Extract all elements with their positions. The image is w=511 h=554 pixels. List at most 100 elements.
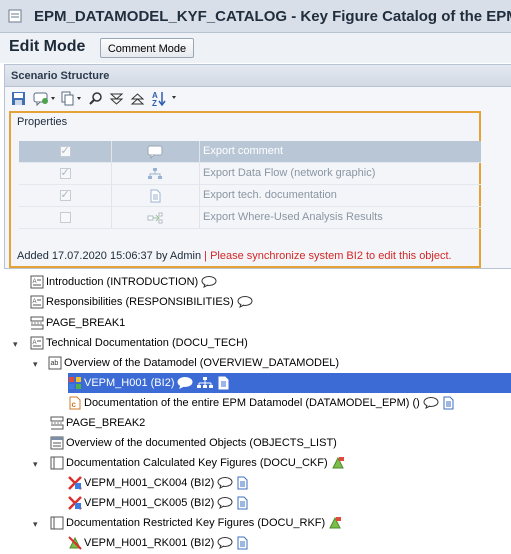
export-tech-doc-label: Export tech. documentation — [203, 189, 337, 201]
tree-node-label: Documentation Calculated Key Figures (DO… — [66, 457, 328, 469]
app-icon — [8, 9, 22, 23]
window-title: EPM_DATAMODEL_KYF_CATALOG - Key Figure C… — [34, 8, 511, 25]
comment-icon[interactable] — [237, 296, 253, 308]
tree-node-label: Introduction (INTRODUCTION) — [46, 276, 199, 288]
svg-text:A: A — [33, 279, 37, 285]
edit-mode-label: Edit Mode — [9, 38, 86, 55]
page-break-icon — [50, 416, 64, 430]
page-break-icon — [30, 316, 44, 330]
network-graphic-icon[interactable] — [196, 377, 214, 389]
comment-icon[interactable] — [217, 497, 233, 509]
comment-icon[interactable] — [423, 397, 439, 409]
tree-node-overview-datamodel[interactable]: ab Overview of the Datamodel (OVERVIEW_D… — [48, 353, 339, 373]
comment-mode-button[interactable]: Comment Mode — [100, 38, 194, 58]
export-where-used-label: Export Where-Used Analysis Results — [203, 211, 383, 223]
ab-doc-icon: ab — [48, 356, 62, 370]
tree-node-label: Documentation of the entire EPM Datamode… — [84, 397, 420, 409]
list-icon — [50, 436, 64, 450]
tree-node-label: Technical Documentation (DOCU_TECH) — [46, 337, 248, 349]
tree-node-label: VEPM_H001 (BI2) — [84, 377, 175, 389]
tree-node-label: Overview of the documented Objects (OBJE… — [66, 437, 337, 449]
tree-node-docu-rkf[interactable]: Documentation Restricted Key Figures (DO… — [50, 513, 342, 533]
document-icon[interactable] — [236, 476, 248, 490]
tree-node-label: Responsibilities (RESPONSIBILITIES) — [46, 296, 234, 308]
copy-dropdown-icon[interactable] — [60, 90, 84, 106]
export-comment-label: Export comment — [203, 145, 284, 157]
calc-kyf-icon — [68, 496, 82, 510]
document-icon[interactable] — [236, 496, 248, 510]
key-figure-flag-icon[interactable] — [331, 456, 345, 470]
export-comment-row[interactable]: Export comment — [19, 141, 481, 163]
tree-node-ck005[interactable]: VEPM_H001_CK005 (BI2) — [68, 493, 248, 513]
export-where-used-row[interactable]: Export Where-Used Analysis Results — [19, 207, 481, 229]
export-data-flow-row[interactable]: Export Data Flow (network graphic) — [19, 163, 481, 185]
export-data-flow-label: Export Data Flow (network graphic) — [203, 167, 376, 179]
export-comment-checkbox[interactable] — [59, 144, 71, 157]
export-data-flow-checkbox[interactable] — [59, 166, 71, 179]
text-doc-icon: A — [30, 295, 44, 309]
network-graphic-icon — [148, 167, 162, 179]
tree-node-ck004[interactable]: VEPM_H001_CK004 (BI2) — [68, 473, 248, 493]
comment-icon[interactable] — [201, 276, 217, 288]
comment-icon[interactable] — [217, 477, 233, 489]
added-info: Added 17.07.2020 15:06:37 by Admin — [17, 250, 202, 262]
svg-text:Z: Z — [152, 99, 157, 106]
collapse-toggle-icon[interactable]: ▾ — [13, 339, 22, 349]
collapse-toggle-icon[interactable]: ▾ — [33, 459, 42, 469]
frame-icon — [50, 456, 64, 470]
svg-text:c: c — [72, 400, 77, 409]
tree-node-technical-documentation[interactable]: A Technical Documentation (DOCU_TECH) — [30, 333, 248, 353]
tree-node-label: PAGE_BREAK1 — [46, 317, 126, 329]
comment-dropdown-icon[interactable] — [33, 90, 57, 106]
multiprovider-icon — [69, 377, 81, 389]
comment-icon — [147, 145, 163, 159]
status-separator: | — [204, 250, 208, 262]
tree-node-label: PAGE_BREAK2 — [66, 417, 146, 429]
key-figure-flag-icon[interactable] — [328, 516, 342, 530]
comment-icon[interactable] — [217, 537, 233, 549]
save-icon[interactable] — [11, 90, 26, 106]
tree-node-responsibilities[interactable]: A Responsibilities (RESPONSIBILITIES) — [30, 292, 253, 312]
svg-text:A: A — [33, 299, 37, 305]
text-doc-icon: A — [30, 336, 44, 350]
text-doc-icon: A — [30, 275, 44, 289]
where-used-icon — [147, 212, 163, 223]
export-where-used-checkbox[interactable] — [59, 212, 71, 223]
toolbar: AZ — [5, 87, 511, 109]
export-tech-doc-row[interactable]: Export tech. documentation — [19, 185, 481, 207]
tree-node-page-break-1[interactable]: PAGE_BREAK1 — [30, 313, 125, 333]
edit-mode-bar: Edit Mode Comment Mode — [0, 33, 511, 63]
svg-text:A: A — [33, 340, 37, 346]
sort-dropdown-icon[interactable]: AZ — [151, 90, 181, 106]
tree-node-introduction[interactable]: A Introduction (INTRODUCTION) — [30, 272, 217, 292]
properties-label: Properties — [17, 116, 68, 128]
document-icon[interactable] — [236, 536, 248, 550]
datamodel-icon: c — [69, 396, 81, 410]
find-icon[interactable] — [88, 90, 103, 106]
expand-all-icon[interactable] — [109, 90, 124, 106]
tree-node-label: VEPM_H001_RK001 (BI2) — [84, 537, 215, 549]
tree-node-datamodel-epm[interactable]: c Documentation of the entire EPM Datamo… — [68, 393, 454, 413]
tree-node-vepm-h001[interactable]: VEPM_H001 (BI2) — [68, 373, 511, 393]
collapse-toggle-icon[interactable]: ▾ — [33, 359, 42, 369]
tree-node-objects-list[interactable]: Overview of the documented Objects (OBJE… — [50, 433, 337, 453]
tree-node-label: Documentation Restricted Key Figures (DO… — [66, 517, 326, 529]
calc-kyf-icon — [68, 476, 82, 490]
panel-title: Scenario Structure — [5, 65, 511, 87]
status-line: Added 17.07.2020 15:06:37 by Admin | Ple… — [17, 250, 452, 262]
collapse-toggle-icon[interactable]: ▾ — [33, 519, 42, 529]
frame-icon — [50, 516, 64, 530]
tree-node-docu-ckf[interactable]: Documentation Calculated Key Figures (DO… — [50, 453, 345, 473]
export-options-table: Export comment Export Data Flow (network… — [19, 141, 481, 229]
title-bar: EPM_DATAMODEL_KYF_CATALOG - Key Figure C… — [0, 0, 511, 33]
document-icon[interactable] — [442, 396, 454, 410]
tree-node-rk001[interactable]: VEPM_H001_RK001 (BI2) — [68, 533, 248, 553]
comment-icon[interactable] — [177, 377, 193, 389]
export-tech-doc-checkbox[interactable] — [59, 188, 71, 201]
collapse-all-icon[interactable] — [130, 90, 145, 106]
document-icon[interactable] — [217, 376, 229, 390]
document-icon — [150, 189, 161, 202]
tree-node-page-break-2[interactable]: PAGE_BREAK2 — [50, 413, 145, 433]
tree-node-label: VEPM_H001_CK005 (BI2) — [84, 497, 215, 509]
sync-warning: Please synchronize system BI2 to edit th… — [210, 250, 452, 262]
